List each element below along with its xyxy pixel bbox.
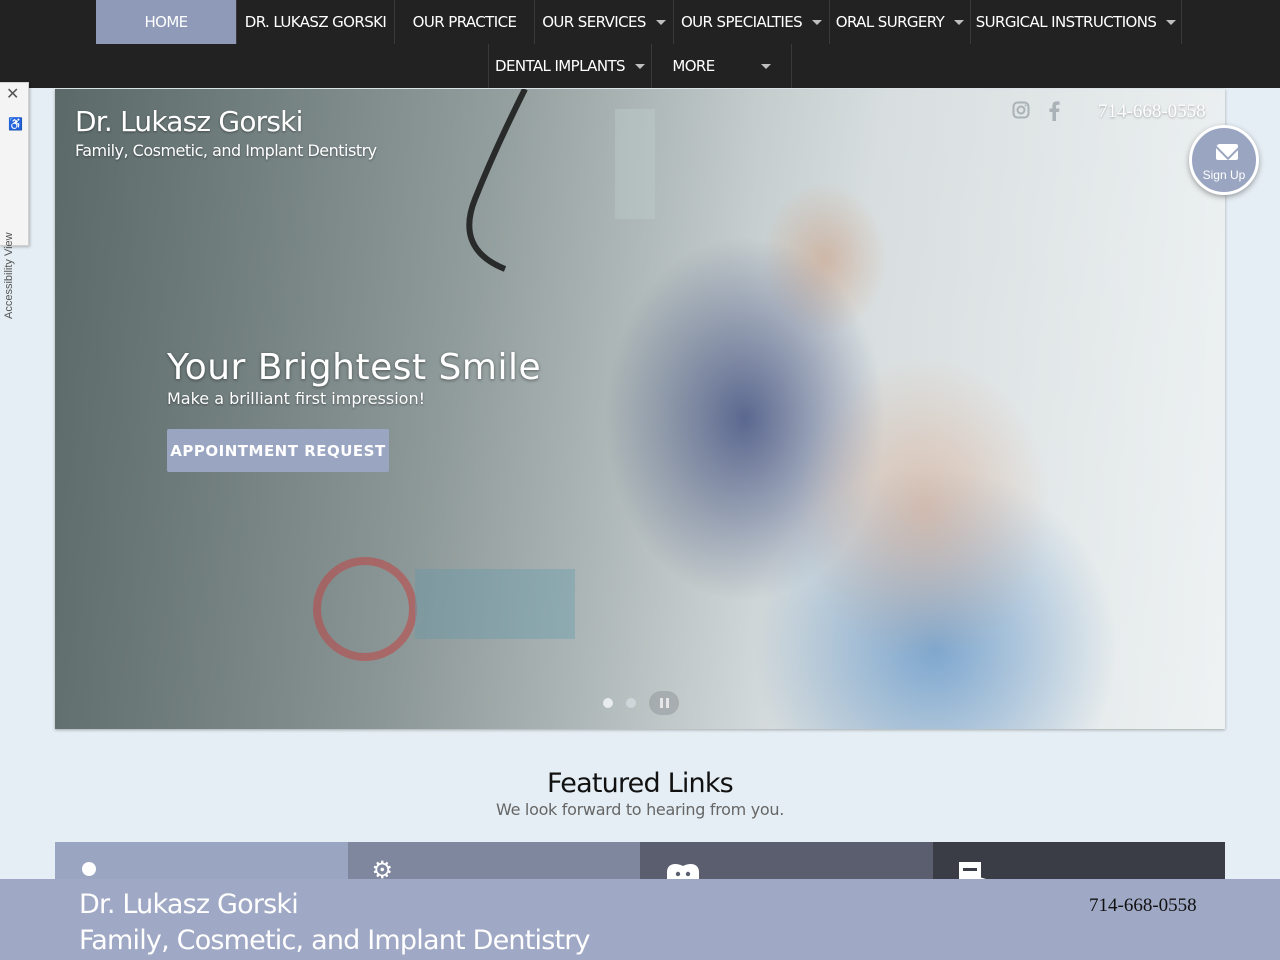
facebook-icon[interactable] [1048, 101, 1060, 126]
nav-more[interactable]: MORE [652, 44, 792, 88]
brand-title[interactable]: Dr. Lukasz Gorski [75, 105, 303, 138]
sign-up-button[interactable]: Sign Up [1189, 125, 1259, 195]
brand-subtitle: Family, Cosmetic, and Implant Dentistry [75, 141, 377, 160]
nav-dr-lukasz-gorski[interactable]: DR. LUKASZ GORSKI [237, 0, 395, 44]
sign-up-label: Sign Up [1202, 168, 1246, 182]
nav-label: HOME [144, 13, 188, 31]
chevron-down-icon [760, 63, 771, 69]
accessibility-view-tab[interactable]: ✕ ♿ Accessibility View [0, 82, 29, 319]
chevron-down-icon [812, 19, 823, 25]
accessibility-icon: ♿ [8, 117, 23, 131]
nav-label: DENTAL IMPLANTS [495, 57, 626, 75]
nav-label: OUR SERVICES [542, 13, 646, 31]
nav-home[interactable]: HOME [96, 0, 237, 44]
featured-tile-1[interactable] [55, 842, 348, 882]
nav-our-services[interactable]: OUR SERVICES [535, 0, 674, 44]
chevron-down-icon [655, 19, 666, 25]
nav-label: MORE [672, 57, 715, 75]
footer-brand-title[interactable]: Dr. Lukasz Gorski [79, 889, 299, 920]
nav-surgical-instructions[interactable]: SURGICAL INSTRUCTIONS [971, 0, 1182, 44]
instagram-icon[interactable] [1012, 101, 1030, 124]
nav-label: DR. LUKASZ GORSKI [244, 13, 387, 31]
close-icon[interactable]: ✕ [6, 87, 19, 103]
featured-links-subtitle: We look forward to hearing from you. [496, 800, 784, 819]
chevron-down-icon [634, 63, 645, 69]
envelope-icon [1216, 144, 1238, 160]
pause-icon[interactable] [649, 691, 679, 715]
chevron-down-icon [954, 19, 965, 25]
header-phone-link[interactable]: 714-668-0558 [1098, 101, 1206, 123]
nav-our-practice[interactable]: OUR PRACTICE [395, 0, 535, 44]
featured-tile-3[interactable] [640, 842, 933, 884]
footer-brand-subtitle: Family, Cosmetic, and Implant Dentistry [79, 925, 591, 956]
nav-label: SURGICAL INSTRUCTIONS [975, 13, 1157, 31]
top-navigation: HOME DR. LUKASZ GORSKI OUR PRACTICE OUR … [0, 0, 1280, 88]
nav-dental-implants[interactable]: DENTAL IMPLANTS [488, 44, 652, 88]
featured-links-tiles: ⚙ [55, 842, 1225, 884]
chevron-down-icon [1166, 19, 1177, 25]
slider-dot-2[interactable] [626, 698, 636, 708]
nav-label: OUR SPECIALTIES [680, 13, 803, 31]
hero-slider: Dr. Lukasz Gorski Family, Cosmetic, and … [55, 89, 1225, 729]
nav-our-specialties[interactable]: OUR SPECIALTIES [674, 0, 830, 44]
slider-controls [603, 691, 679, 715]
appointment-request-button[interactable]: APPOINTMENT REQUEST [167, 429, 389, 472]
slide-title: Your Brightest Smile [167, 347, 542, 388]
accessibility-view-label: Accessibility View [3, 232, 15, 319]
nav-oral-surgery[interactable]: ORAL SURGERY [830, 0, 971, 44]
footer-phone-link[interactable]: 714-668-0558 [1089, 895, 1197, 917]
featured-links-title: Featured Links [547, 768, 734, 799]
nav-label: OUR PRACTICE [412, 13, 517, 31]
featured-tile-4[interactable] [932, 842, 1225, 884]
nav-row-1: HOME DR. LUKASZ GORSKI OUR PRACTICE OUR … [96, 0, 1182, 44]
featured-tile-2[interactable]: ⚙ [347, 842, 640, 884]
nav-label: ORAL SURGERY [835, 13, 945, 31]
sticky-footer-bar: Dr. Lukasz Gorski Family, Cosmetic, and … [0, 879, 1280, 960]
nav-row-2: DENTAL IMPLANTS MORE [488, 44, 792, 88]
hero-overlay [55, 89, 1225, 729]
slide-subtitle: Make a brilliant first impression! [167, 389, 426, 408]
slider-dot-1[interactable] [603, 698, 613, 708]
